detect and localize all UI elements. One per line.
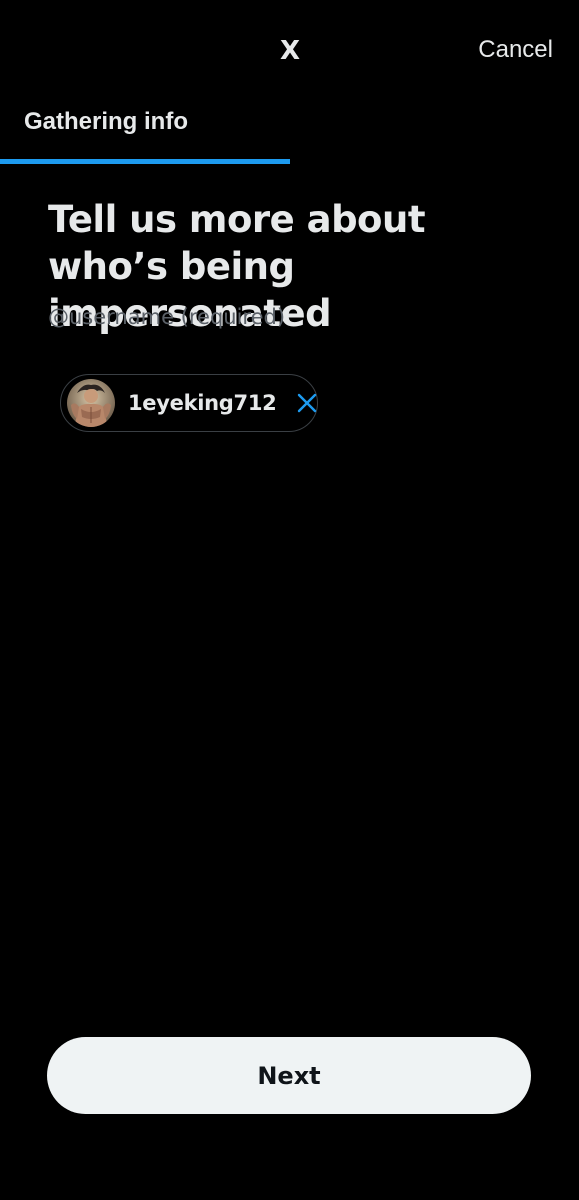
progress-bar-fill: [0, 159, 290, 164]
username-field-hint: @username (required): [48, 305, 286, 329]
close-icon[interactable]: [296, 391, 317, 415]
top-bar: X Cancel: [0, 0, 579, 100]
selected-username: 1eyeking712: [128, 391, 277, 415]
x-logo-icon: X: [279, 36, 301, 66]
next-button[interactable]: Next: [47, 1037, 531, 1114]
step-label: Gathering info: [24, 108, 188, 135]
progress-bar: [0, 159, 579, 164]
cancel-button[interactable]: Cancel: [478, 36, 553, 64]
user-avatar-icon: [67, 379, 115, 427]
selected-user-chip[interactable]: 1eyeking712: [60, 374, 318, 432]
